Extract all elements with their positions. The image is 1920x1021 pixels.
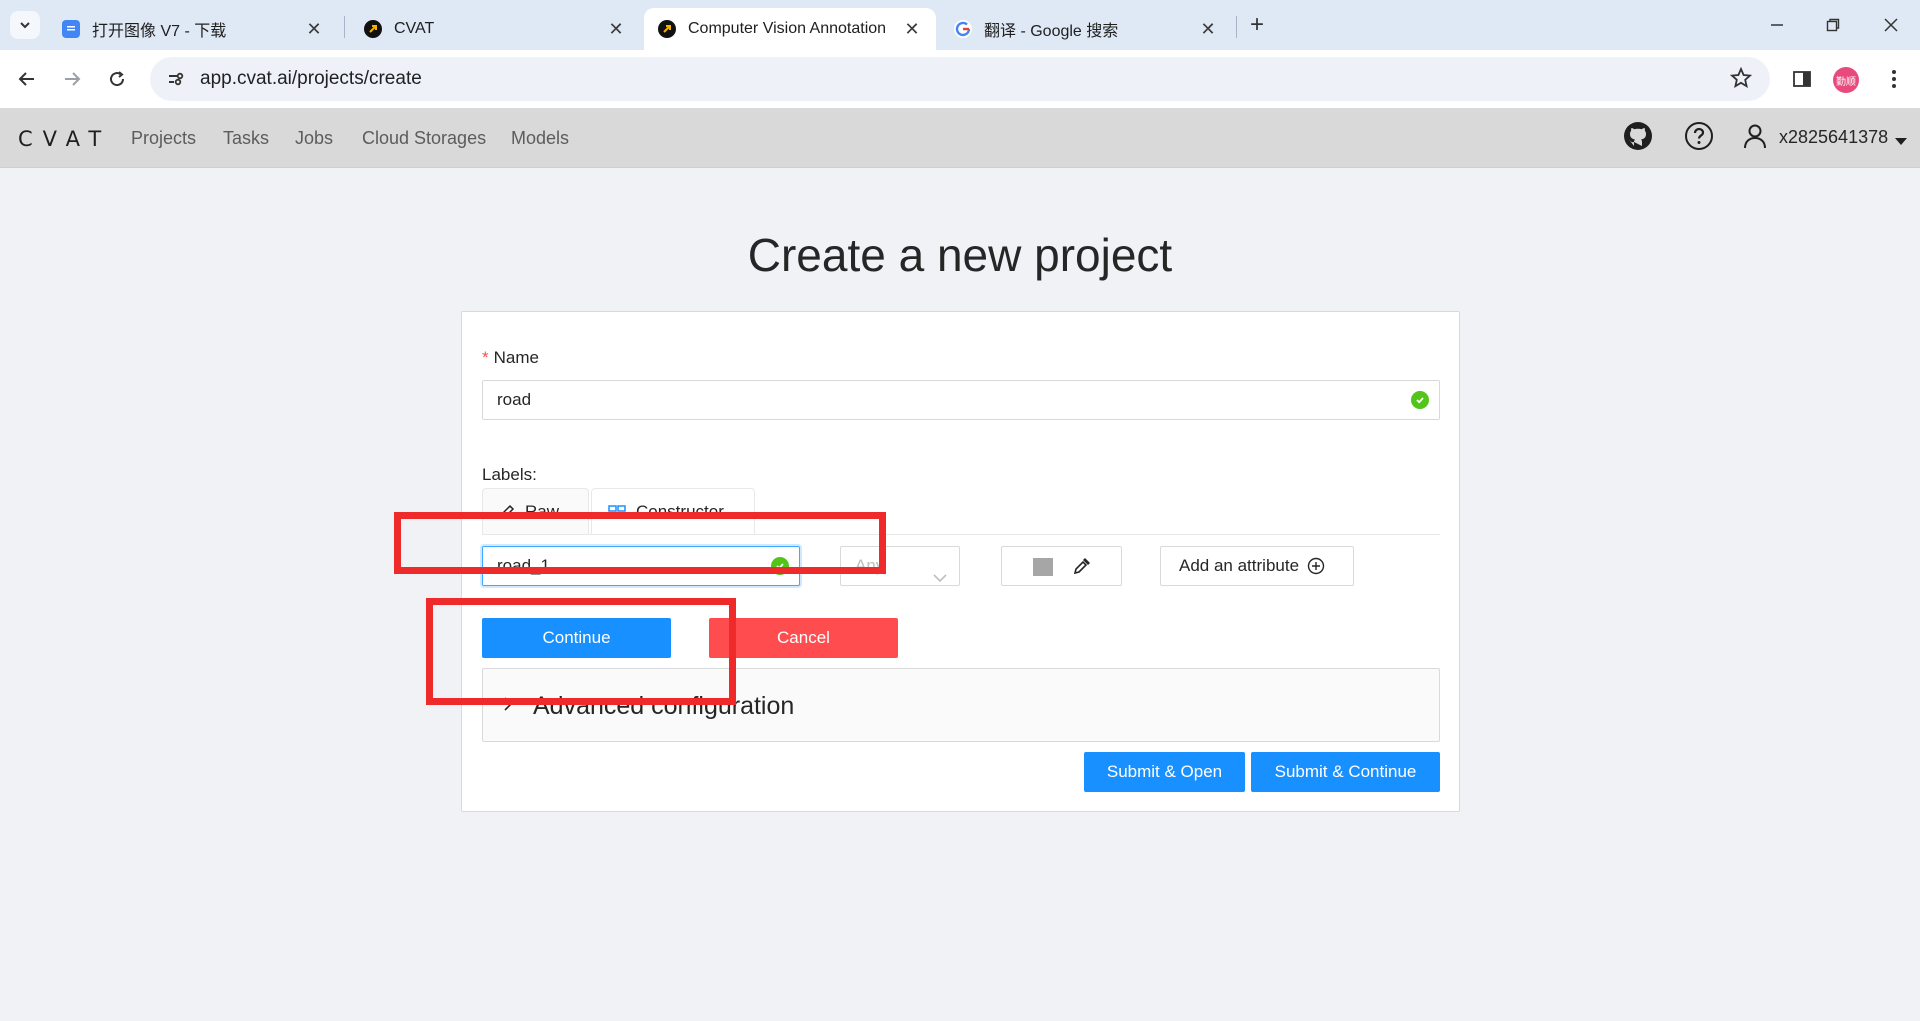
new-tab-button[interactable]: + bbox=[1244, 11, 1270, 38]
check-circle-icon bbox=[1411, 391, 1429, 409]
restore-window-icon[interactable] bbox=[1818, 12, 1848, 38]
caret-down-icon[interactable] bbox=[1895, 133, 1907, 151]
side-panel-icon[interactable] bbox=[1788, 65, 1816, 93]
browser-tab-3-active[interactable]: Computer Vision Annotation ✕ bbox=[644, 8, 936, 50]
user-icon[interactable] bbox=[1739, 120, 1771, 152]
cvat-logo[interactable]: CVAT bbox=[18, 127, 111, 151]
name-field-label: * Name bbox=[482, 348, 539, 368]
page-title: Create a new project bbox=[747, 229, 1173, 281]
browser-toolbar: app.cvat.ai/projects/create 勤顺 bbox=[0, 50, 1920, 108]
chevron-down-icon bbox=[933, 559, 947, 597]
labels-caption: Labels: bbox=[482, 465, 537, 484]
nav-tasks[interactable]: Tasks bbox=[223, 128, 269, 149]
nav-models[interactable]: Models bbox=[511, 128, 569, 149]
browser-tab-1[interactable]: 打开图像 V7 - 下载 ✕ bbox=[48, 8, 338, 50]
submit-continue-button[interactable]: Submit & Continue bbox=[1251, 752, 1440, 792]
plus-circle-icon bbox=[1307, 557, 1325, 575]
project-name-value: road bbox=[497, 390, 532, 409]
add-attribute-button[interactable]: Add an attribute bbox=[1160, 546, 1354, 586]
name-label-text: Name bbox=[493, 348, 539, 367]
chevron-down-icon bbox=[20, 22, 30, 29]
browser-tab-2[interactable]: CVAT ✕ bbox=[350, 8, 640, 50]
tab-title: Computer Vision Annotation bbox=[688, 20, 887, 37]
forward-icon[interactable] bbox=[57, 64, 87, 94]
add-attribute-label: Add an attribute bbox=[1179, 556, 1300, 575]
tab-title: 翻译 - Google 搜索 bbox=[984, 23, 1119, 40]
annotation-box bbox=[394, 512, 886, 574]
cvat-icon bbox=[364, 20, 382, 38]
google-docs-icon bbox=[62, 20, 80, 38]
color-swatch bbox=[1033, 558, 1053, 576]
close-tab-icon[interactable]: ✕ bbox=[902, 19, 922, 39]
color-picker-icon bbox=[1072, 556, 1092, 581]
help-icon[interactable] bbox=[1683, 120, 1715, 152]
cvat-icon bbox=[658, 20, 676, 38]
tab-title: CVAT bbox=[394, 20, 435, 37]
submit-open-button[interactable]: Submit & Open bbox=[1084, 752, 1245, 792]
close-tab-icon[interactable]: ✕ bbox=[304, 19, 324, 39]
tab-search-button[interactable] bbox=[10, 11, 40, 39]
label-color-button[interactable] bbox=[1001, 546, 1122, 586]
back-icon[interactable] bbox=[12, 64, 42, 94]
bookmark-star-icon[interactable] bbox=[1729, 66, 1754, 91]
close-tab-icon[interactable]: ✕ bbox=[606, 19, 626, 39]
more-menu-icon[interactable] bbox=[1880, 65, 1908, 93]
browser-tab-strip: 打开图像 V7 - 下载 ✕ CVAT ✕ Computer Vision An… bbox=[0, 0, 1920, 50]
address-bar[interactable]: app.cvat.ai/projects/create bbox=[150, 57, 1770, 101]
cancel-button[interactable]: Cancel bbox=[709, 618, 898, 658]
tab-title: 打开图像 V7 - 下载 bbox=[92, 23, 227, 40]
annotation-box bbox=[426, 598, 736, 705]
site-settings-icon[interactable] bbox=[164, 67, 188, 91]
github-icon[interactable] bbox=[1622, 120, 1654, 152]
minimize-icon[interactable] bbox=[1762, 12, 1792, 38]
nav-projects[interactable]: Projects bbox=[131, 128, 196, 149]
close-window-icon[interactable] bbox=[1876, 12, 1906, 38]
close-tab-icon[interactable]: ✕ bbox=[1198, 19, 1218, 39]
google-icon bbox=[954, 20, 972, 38]
nav-cloud-storages[interactable]: Cloud Storages bbox=[362, 128, 486, 149]
tab-separator bbox=[1236, 16, 1237, 38]
profile-avatar[interactable]: 勤顺 bbox=[1833, 67, 1859, 93]
tab-separator bbox=[344, 16, 345, 38]
browser-tab-4[interactable]: 翻译 - Google 搜索 ✕ bbox=[940, 8, 1232, 50]
required-mark: * bbox=[482, 348, 489, 367]
reload-icon[interactable] bbox=[102, 64, 132, 94]
url-text: app.cvat.ai/projects/create bbox=[200, 68, 422, 89]
project-name-input[interactable]: road bbox=[482, 380, 1440, 420]
nav-jobs[interactable]: Jobs bbox=[295, 128, 333, 149]
cvat-header: CVAT Projects Tasks Jobs Cloud Storages … bbox=[0, 108, 1920, 168]
username[interactable]: x2825641378 bbox=[1779, 127, 1888, 148]
